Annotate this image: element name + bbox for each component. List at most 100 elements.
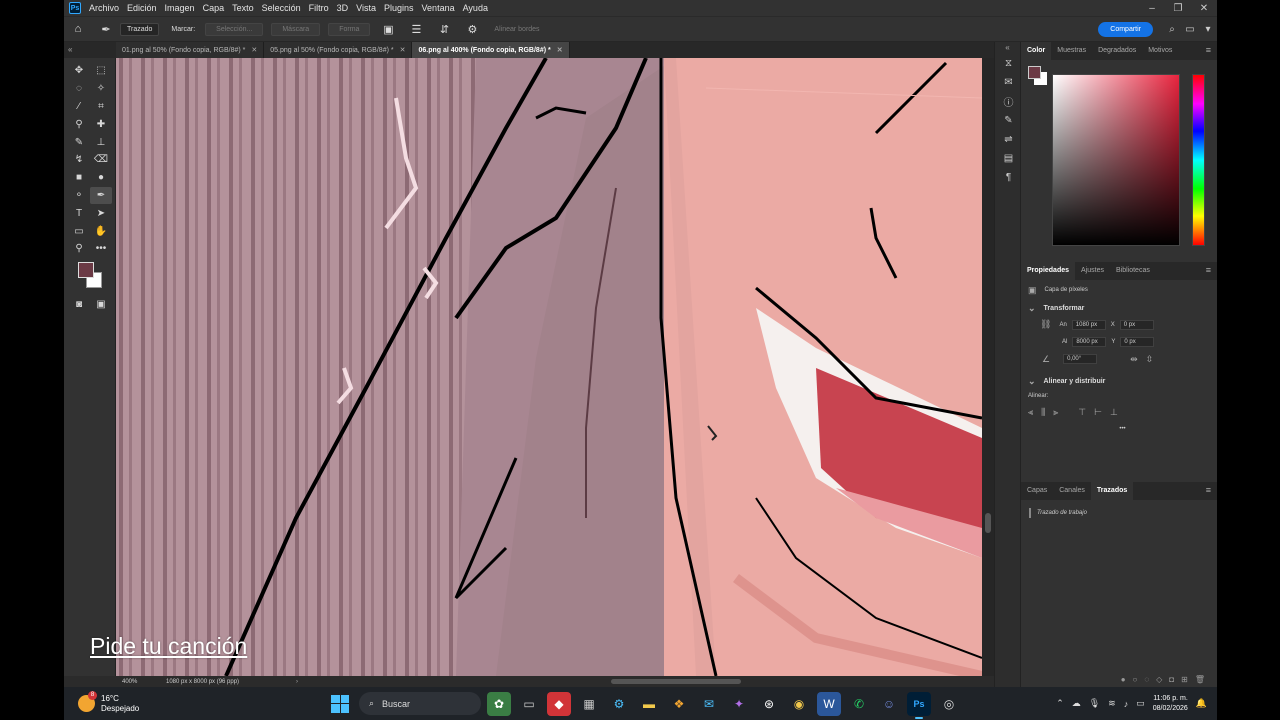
tab-document-01[interactable]: 01.png al 50% (Fondo copia, RGB/8#) * ✕ — [116, 42, 265, 58]
horizontal-scroll-thumb[interactable] — [611, 679, 741, 684]
brush-select-tool-icon[interactable]: ⁄ — [68, 98, 90, 116]
panel-menu-icon[interactable]: ≡ — [1206, 45, 1211, 55]
chevron-down-icon[interactable]: ⌄ — [1028, 303, 1036, 314]
restore-icon[interactable]: ❐ — [1165, 3, 1191, 14]
close-tab-icon[interactable]: ✕ — [251, 46, 257, 54]
word-icon[interactable]: W — [817, 691, 841, 716]
tab-paths[interactable]: Trazados — [1090, 482, 1134, 500]
game-app-icon[interactable]: ✿ — [487, 691, 511, 716]
pen-tool-icon[interactable]: ✒ — [90, 186, 112, 205]
gradient-tool-icon[interactable]: ■ — [68, 169, 90, 187]
volume-icon[interactable]: ♪ — [1124, 699, 1129, 709]
angle-field[interactable]: 0,00° — [1063, 354, 1098, 364]
align-left-icon[interactable]: ⫷ — [1028, 407, 1033, 418]
work-path-item[interactable]: Trazado de trabajo — [1029, 508, 1209, 518]
rectangle-tool-icon[interactable]: ▭ — [68, 222, 90, 240]
brush-settings-icon[interactable]: ✎ — [995, 111, 1022, 130]
path-alignment-icon[interactable]: ☰ — [408, 21, 424, 37]
adjustments-icon[interactable]: ⇌ — [995, 130, 1022, 149]
x-field[interactable]: 0 px — [1119, 319, 1154, 330]
width-field[interactable]: 1080 px — [1071, 319, 1106, 330]
tab-swatches[interactable]: Muestras — [1051, 42, 1092, 60]
notifications-icon[interactable]: 🔔 — [1196, 698, 1207, 709]
make-path-icon[interactable]: ◇ — [1156, 675, 1162, 684]
info-icon[interactable]: ⓘ — [995, 92, 1022, 111]
chrome-icon[interactable]: ◉ — [787, 692, 811, 716]
panel-menu-icon[interactable]: ≡ — [1206, 485, 1211, 495]
chatgpt-icon[interactable]: ⊛ — [757, 692, 781, 716]
add-mask-icon[interactable]: ◘ — [1169, 675, 1174, 684]
discord-icon[interactable]: ☺ — [877, 692, 901, 716]
menu-ventana[interactable]: Ventana — [422, 3, 455, 13]
close-tab-icon[interactable]: ✕ — [557, 46, 563, 54]
magic-wand-tool-icon[interactable]: ✧ — [90, 80, 112, 98]
mode-select[interactable]: Trazado — [120, 22, 160, 36]
tab-color[interactable]: Color — [1021, 42, 1052, 60]
more-tools-icon[interactable]: ••• — [90, 240, 112, 258]
menu-filtro[interactable]: Filtro — [309, 3, 329, 13]
blur-tool-icon[interactable]: ● — [90, 169, 112, 187]
tab-gradients[interactable]: Degradados — [1092, 42, 1142, 60]
weather-widget[interactable]: 8 16°C Despejado — [64, 691, 309, 714]
media-app-icon[interactable]: ◆ — [547, 691, 571, 716]
align-middle-v-icon[interactable]: ⊢ — [1094, 407, 1102, 418]
hand-tool-icon[interactable]: ✋ — [90, 222, 112, 240]
zoom-tool-icon[interactable]: ⚲ — [68, 240, 90, 258]
comments-icon[interactable]: ✉ — [995, 73, 1022, 92]
close-icon[interactable]: ✕ — [1191, 3, 1217, 14]
minimize-icon[interactable]: – — [1139, 3, 1165, 14]
photos-icon[interactable]: ❖ — [667, 692, 691, 716]
tab-document-06[interactable]: 06.png al 400% (Fondo copia, RGB/8#) * ✕ — [412, 42, 570, 58]
menu-capa[interactable]: Capa — [203, 3, 225, 13]
workspace-dropdown-icon[interactable]: ▾ — [1199, 24, 1217, 35]
vertical-scroll-thumb[interactable] — [985, 513, 991, 533]
color-swatches[interactable] — [76, 260, 106, 290]
history-brush-tool-icon[interactable]: ↯ — [68, 151, 90, 169]
whatsapp-icon[interactable]: ✆ — [847, 692, 871, 716]
panel-menu-icon[interactable]: ≡ — [1206, 265, 1211, 275]
canvas-artwork[interactable] — [116, 58, 982, 676]
horizontal-scrollbar[interactable] — [431, 678, 1091, 685]
copilot-icon[interactable]: ✦ — [727, 692, 751, 716]
height-field[interactable]: 8000 px — [1072, 336, 1107, 347]
history-icon[interactable]: ⧖ — [995, 54, 1022, 73]
tab-properties[interactable]: Propiedades — [1021, 262, 1076, 280]
marquee-tool-icon[interactable]: ⬚ — [90, 62, 112, 80]
quick-mask-icon[interactable]: ◙ — [68, 296, 90, 314]
tab-patterns[interactable]: Motivos — [1142, 42, 1178, 60]
paragraph-icon[interactable]: ¶ — [995, 168, 1022, 187]
lasso-tool-icon[interactable]: ◌ — [68, 80, 90, 98]
eyedropper-tool-icon[interactable]: ⚲ — [68, 115, 90, 133]
align-right-icon[interactable]: ⫸ — [1053, 407, 1058, 418]
tab-adjustments[interactable]: Ajustes — [1075, 262, 1110, 280]
menu-seleccion[interactable]: Selección — [262, 3, 301, 13]
more-options-icon[interactable]: ••• — [1119, 426, 1125, 432]
workspace-icon[interactable]: ▭ — [1181, 24, 1199, 35]
fill-path-icon[interactable]: ● — [1121, 675, 1126, 684]
color-picker-field[interactable] — [1052, 74, 1180, 246]
search-icon[interactable]: ⌕ — [1163, 24, 1181, 35]
microphone-icon[interactable]: 🎙 — [1089, 698, 1100, 709]
tab-channels[interactable]: Canales — [1053, 482, 1091, 500]
share-button[interactable]: Compartir — [1098, 21, 1153, 37]
clock[interactable]: 11:06 p. m. 08/02/2026 — [1153, 694, 1188, 714]
path-arrangement-icon[interactable]: ⇵ — [436, 21, 452, 37]
align-top-icon[interactable]: ⊤ — [1078, 407, 1086, 418]
selection-button[interactable]: Selección... — [205, 22, 264, 36]
menu-imagen[interactable]: Imagen — [165, 3, 195, 13]
task-view-icon[interactable]: ▭ — [517, 692, 541, 716]
character-icon[interactable]: ▤ — [995, 149, 1022, 168]
file-explorer-icon[interactable]: ▬ — [637, 692, 661, 716]
obs-icon[interactable]: ◎ — [937, 692, 961, 716]
zoom-level[interactable]: 400% — [116, 679, 166, 685]
y-field[interactable]: 0 px — [1120, 336, 1155, 347]
windows-start-icon[interactable] — [331, 694, 349, 713]
menu-texto[interactable]: Texto — [232, 3, 254, 13]
taskbar-search[interactable]: ⌕ Buscar — [359, 692, 481, 715]
photoshop-taskbar-icon[interactable]: Ps — [907, 691, 931, 719]
gear-icon[interactable]: ⚙ — [464, 21, 480, 37]
hue-slider[interactable] — [1192, 74, 1205, 246]
stroke-path-icon[interactable]: ○ — [1133, 675, 1138, 684]
panel-foreground-swatch[interactable] — [1028, 66, 1041, 79]
path-operations-icon[interactable]: ▣ — [380, 21, 396, 37]
